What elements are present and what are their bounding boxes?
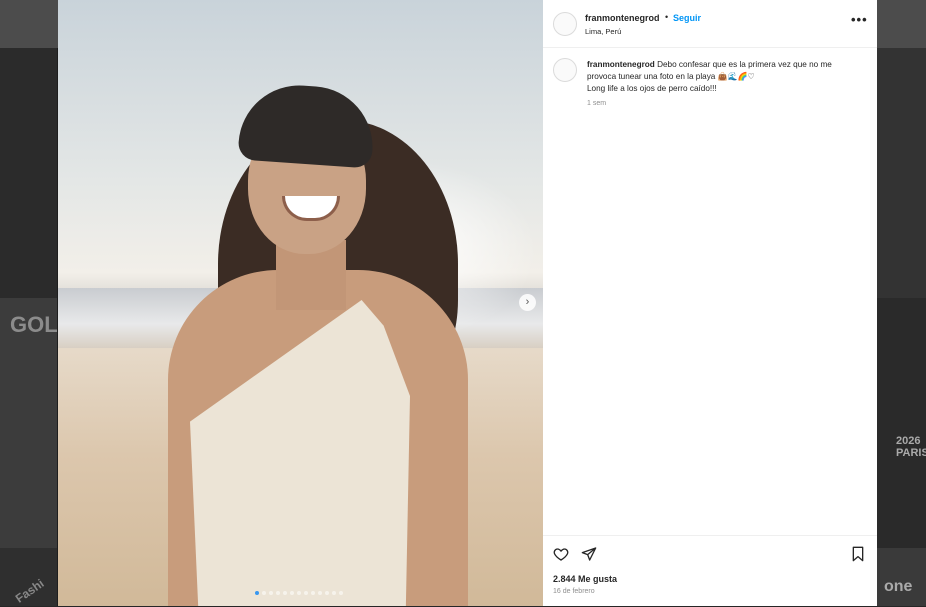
carousel-dot (325, 591, 329, 595)
carousel-dot (297, 591, 301, 595)
chevron-right-icon: › (525, 296, 530, 308)
carousel-dot (255, 591, 259, 595)
share-icon[interactable] (581, 546, 597, 562)
post-header: franmontenegrod • Seguir Lima, Perú ••• (543, 0, 877, 48)
background-tile[interactable] (877, 548, 926, 606)
avatar[interactable] (553, 12, 577, 36)
post-date[interactable]: 16 de febrero (553, 588, 595, 595)
carousel-dot (339, 591, 343, 595)
likes-count[interactable]: 2.844 Me gusta (553, 574, 617, 584)
username-link[interactable]: franmontenegrod (585, 13, 660, 23)
carousel-dot (290, 591, 294, 595)
carousel-dot (269, 591, 273, 595)
carousel-indicator (255, 591, 343, 595)
post-modal: › franmontenegrod • Seguir Lima, Perú ••… (58, 0, 877, 606)
next-photo-button[interactable]: › (519, 294, 536, 311)
carousel-dot (262, 591, 266, 595)
location-link[interactable]: Lima, Perú (585, 27, 621, 36)
bookmark-icon[interactable] (851, 546, 865, 562)
carousel-dot (311, 591, 315, 595)
post-photo[interactable]: › (58, 0, 543, 606)
carousel-dot (276, 591, 280, 595)
photo-cap (237, 81, 377, 169)
heart-icon[interactable] (553, 546, 569, 562)
carousel-dot (318, 591, 322, 595)
carousel-dot (332, 591, 336, 595)
tile-text: one (884, 578, 913, 595)
caption-text-line2: Long life a los ojos de perro caído!!! (587, 84, 717, 93)
follow-button[interactable]: Seguir (673, 13, 701, 23)
caption-username[interactable]: franmontenegrod (587, 60, 655, 69)
caption-emojis: 👜🌊🌈♡ (717, 72, 755, 81)
background-tile[interactable] (0, 48, 57, 298)
post-caption: franmontenegrod Debo confesar que es la … (587, 59, 857, 95)
background-tile[interactable] (877, 298, 926, 548)
carousel-dot (283, 591, 287, 595)
post-actions: 2.844 Me gusta 16 de febrero (543, 535, 877, 607)
caption-time[interactable]: 1 sem (587, 100, 606, 107)
tile-text: 2026 PARIS (896, 435, 926, 459)
post-side-panel: franmontenegrod • Seguir Lima, Perú ••• … (543, 0, 877, 606)
caption-avatar[interactable] (553, 58, 577, 82)
separator-dot: • (665, 12, 669, 22)
carousel-dot (304, 591, 308, 595)
background-tile[interactable] (877, 48, 926, 298)
more-icon[interactable]: ••• (851, 12, 868, 27)
